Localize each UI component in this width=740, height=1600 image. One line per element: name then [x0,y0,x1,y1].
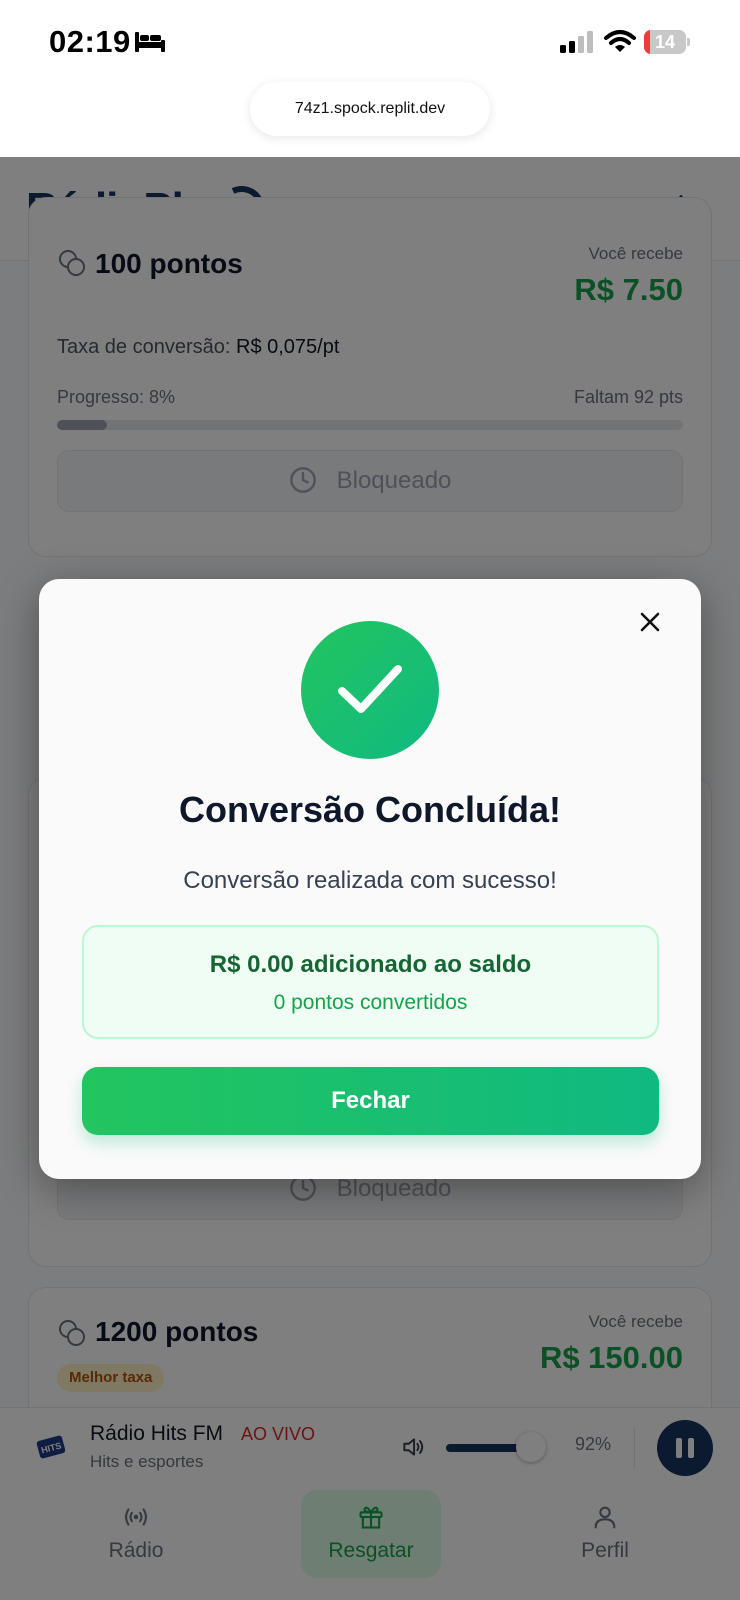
bed-icon [135,32,165,52]
url-bar[interactable]: 74z1.spock.replit.dev [250,82,490,136]
close-button[interactable]: Fechar [82,1067,659,1135]
wifi-icon [604,30,636,52]
close-icon[interactable] [635,607,665,637]
clock: 02:19 [49,24,131,59]
modal-title: Conversão Concluída! [178,789,562,830]
success-badge [301,621,439,759]
success-modal: Conversão Concluída! Conversão realizada… [39,579,701,1179]
result-summary: R$ 0.00 adicionado ao saldo 0 pontos con… [82,925,659,1039]
converted-points: 0 pontos convertidos [273,991,468,1014]
modal-message: Conversão realizada com sucesso! [183,867,557,894]
battery-level: 14 [654,32,676,52]
status-bar: 02:19 14 74z1.spock.replit.dev [0,0,740,136]
credited-amount: R$ 0.00 adicionado ao saldo [209,951,532,978]
signal-icon [560,31,593,53]
check-icon [338,665,402,713]
battery-indicator: 14 [644,30,690,54]
